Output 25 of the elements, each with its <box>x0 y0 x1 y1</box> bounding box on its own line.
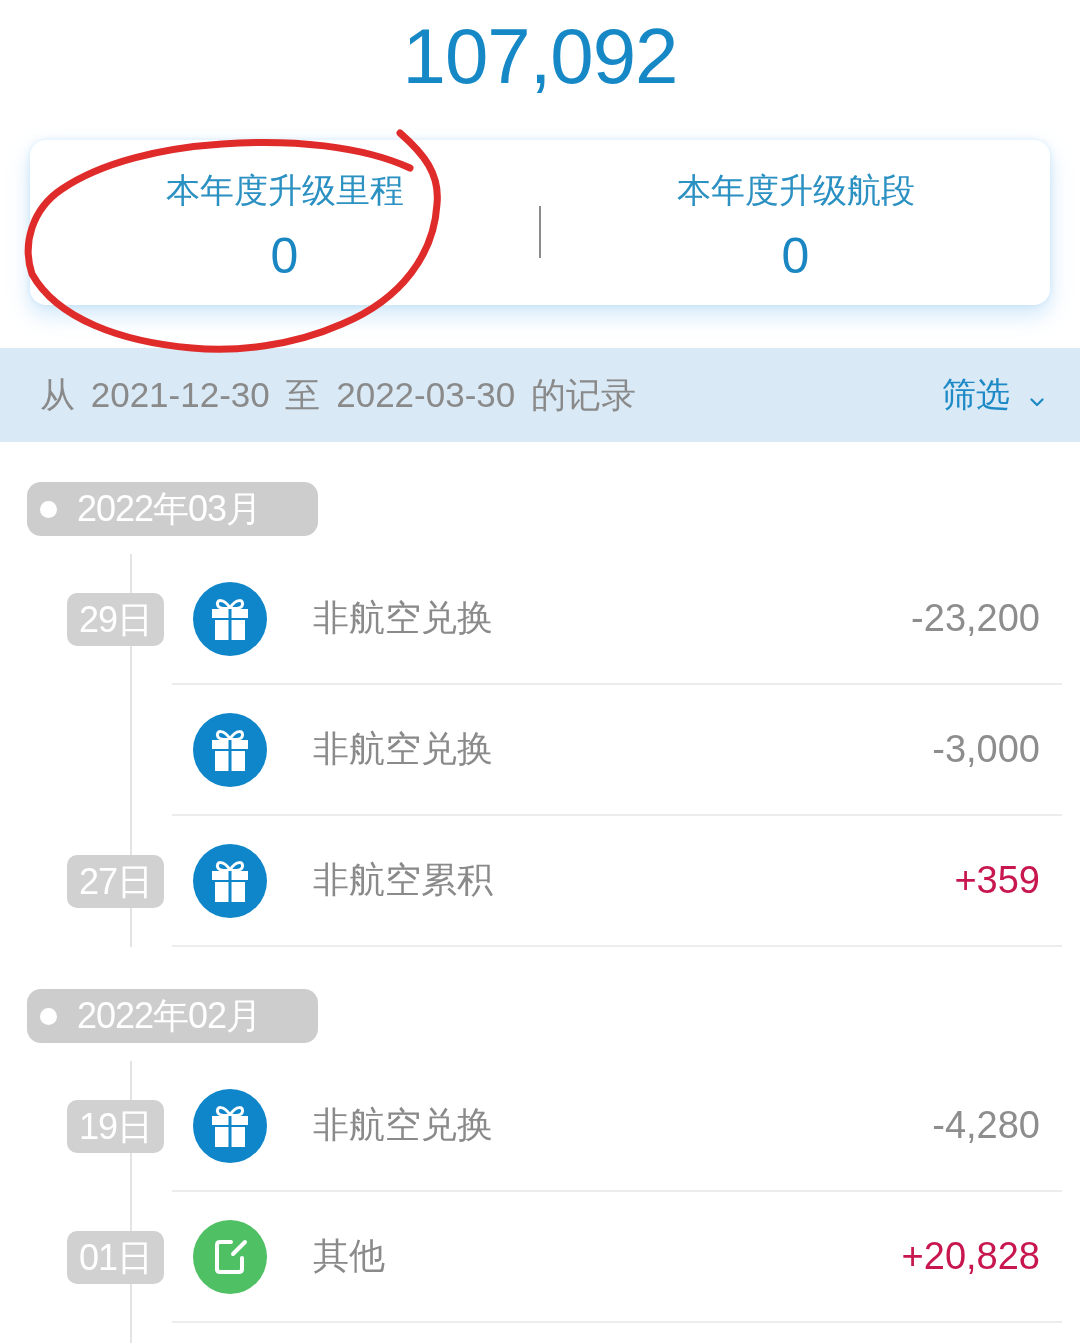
filter-button[interactable]: 筛选 <box>942 372 1044 418</box>
mileage-balance: 107,092 <box>402 17 678 95</box>
stat-value: 0 <box>781 228 810 284</box>
gift-icon <box>193 581 267 656</box>
edit-icon <box>193 1219 267 1294</box>
dot-icon <box>40 1007 57 1025</box>
record-title: 非航空兑换 <box>313 1103 494 1147</box>
record-title: 非航空累积 <box>313 858 494 902</box>
dot-icon <box>40 500 57 518</box>
record-title: 其他 <box>313 1234 386 1278</box>
stat-value: 0 <box>270 228 299 284</box>
stat-label: 本年度升级航段 <box>676 170 915 210</box>
date-range-text: 从 2021-12-30 至 2022-03-30 的记录 <box>40 373 636 416</box>
record-amount: -4,280 <box>932 1104 1040 1147</box>
record-title: 非航空兑换 <box>313 596 494 640</box>
record-amount: +20,828 <box>901 1235 1040 1278</box>
record-amount: -3,000 <box>932 728 1040 771</box>
record-amount: -23,200 <box>911 597 1040 640</box>
gift-icon <box>193 1088 267 1163</box>
record-title: 非航空兑换 <box>313 727 494 771</box>
gift-icon <box>193 712 267 787</box>
chevron-down-icon <box>1030 397 1044 407</box>
stat-label: 本年度升级里程 <box>165 170 404 210</box>
record-amount: +359 <box>954 859 1040 902</box>
gift-icon <box>193 843 267 918</box>
